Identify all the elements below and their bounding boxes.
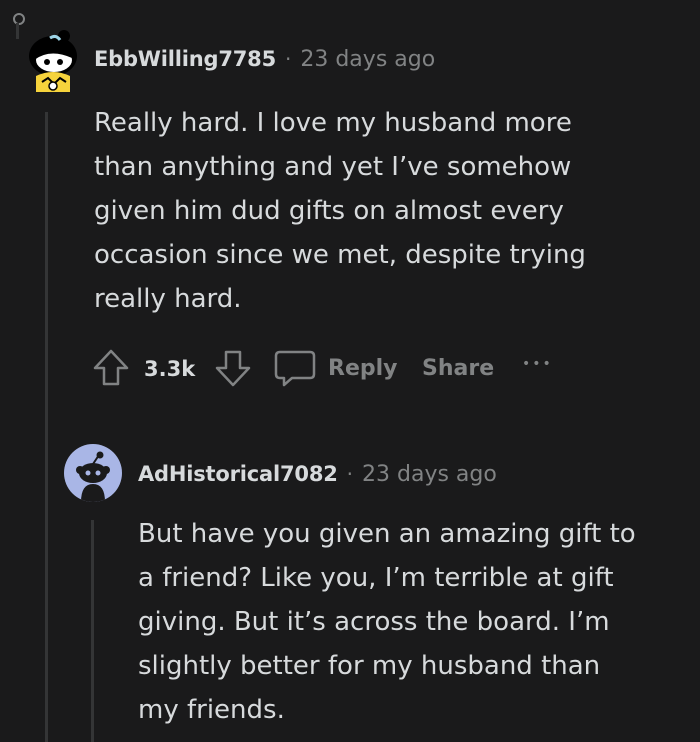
thread-line[interactable] [45,112,48,742]
vote-score: 3.3k [144,357,196,381]
comment-bubble-icon [274,350,316,387]
meta-separator: · [346,462,354,486]
avatar[interactable] [64,444,122,502]
comment-author[interactable]: AdHistorical7082 [138,462,338,486]
thread-line[interactable] [91,520,94,742]
comment-line: giving. But it’s across the board. I’m [138,607,610,637]
reply-button[interactable]: Reply [274,348,398,388]
comment-line: given him dud gifts on almost every [94,196,564,226]
comment-actions: 3.3k Reply Share ••• [92,348,572,388]
comment-line: Really hard. I love my husband more [94,108,572,138]
comment-line: my friends. [138,695,285,725]
reply-label: Reply [328,355,398,381]
snoo-avatar-icon [29,30,77,92]
comment-line: occasion since we met, despite trying [94,240,586,270]
upvote-button[interactable] [92,348,130,392]
share-button[interactable]: Share [422,356,494,381]
comment-line: slightly better for my husband than [138,651,601,681]
meta-separator: · [285,47,292,71]
comment-line: a friend? Like you, I’m terrible at gift [138,563,614,593]
comment-body: Really hard. I love my husband more than… [94,101,694,321]
comment-line: than anything and yet I’ve somehow [94,152,572,182]
comment-line: really hard. [94,284,242,314]
thread-corner-dot [13,13,25,25]
comment-timestamp[interactable]: 23 days ago [362,462,497,487]
more-options-icon[interactable]: ••• [522,356,553,372]
comment-header: EbbWilling7785 · 23 days ago [94,47,435,72]
downvote-arrow-icon [215,350,251,387]
upvote-arrow-icon [93,349,129,386]
comment-timestamp[interactable]: 23 days ago [300,47,435,72]
downvote-button[interactable] [214,348,252,392]
comment-author[interactable]: EbbWilling7785 [94,47,276,71]
comment-header: AdHistorical7082 · 23 days ago [138,462,497,487]
avatar[interactable] [20,26,82,92]
snoo-avatar-icon [76,451,110,502]
comment-line: But have you given an amazing gift to [138,519,636,549]
thread-line-outer[interactable] [16,23,19,39]
comment-body: But have you given an amazing gift to a … [138,512,698,732]
